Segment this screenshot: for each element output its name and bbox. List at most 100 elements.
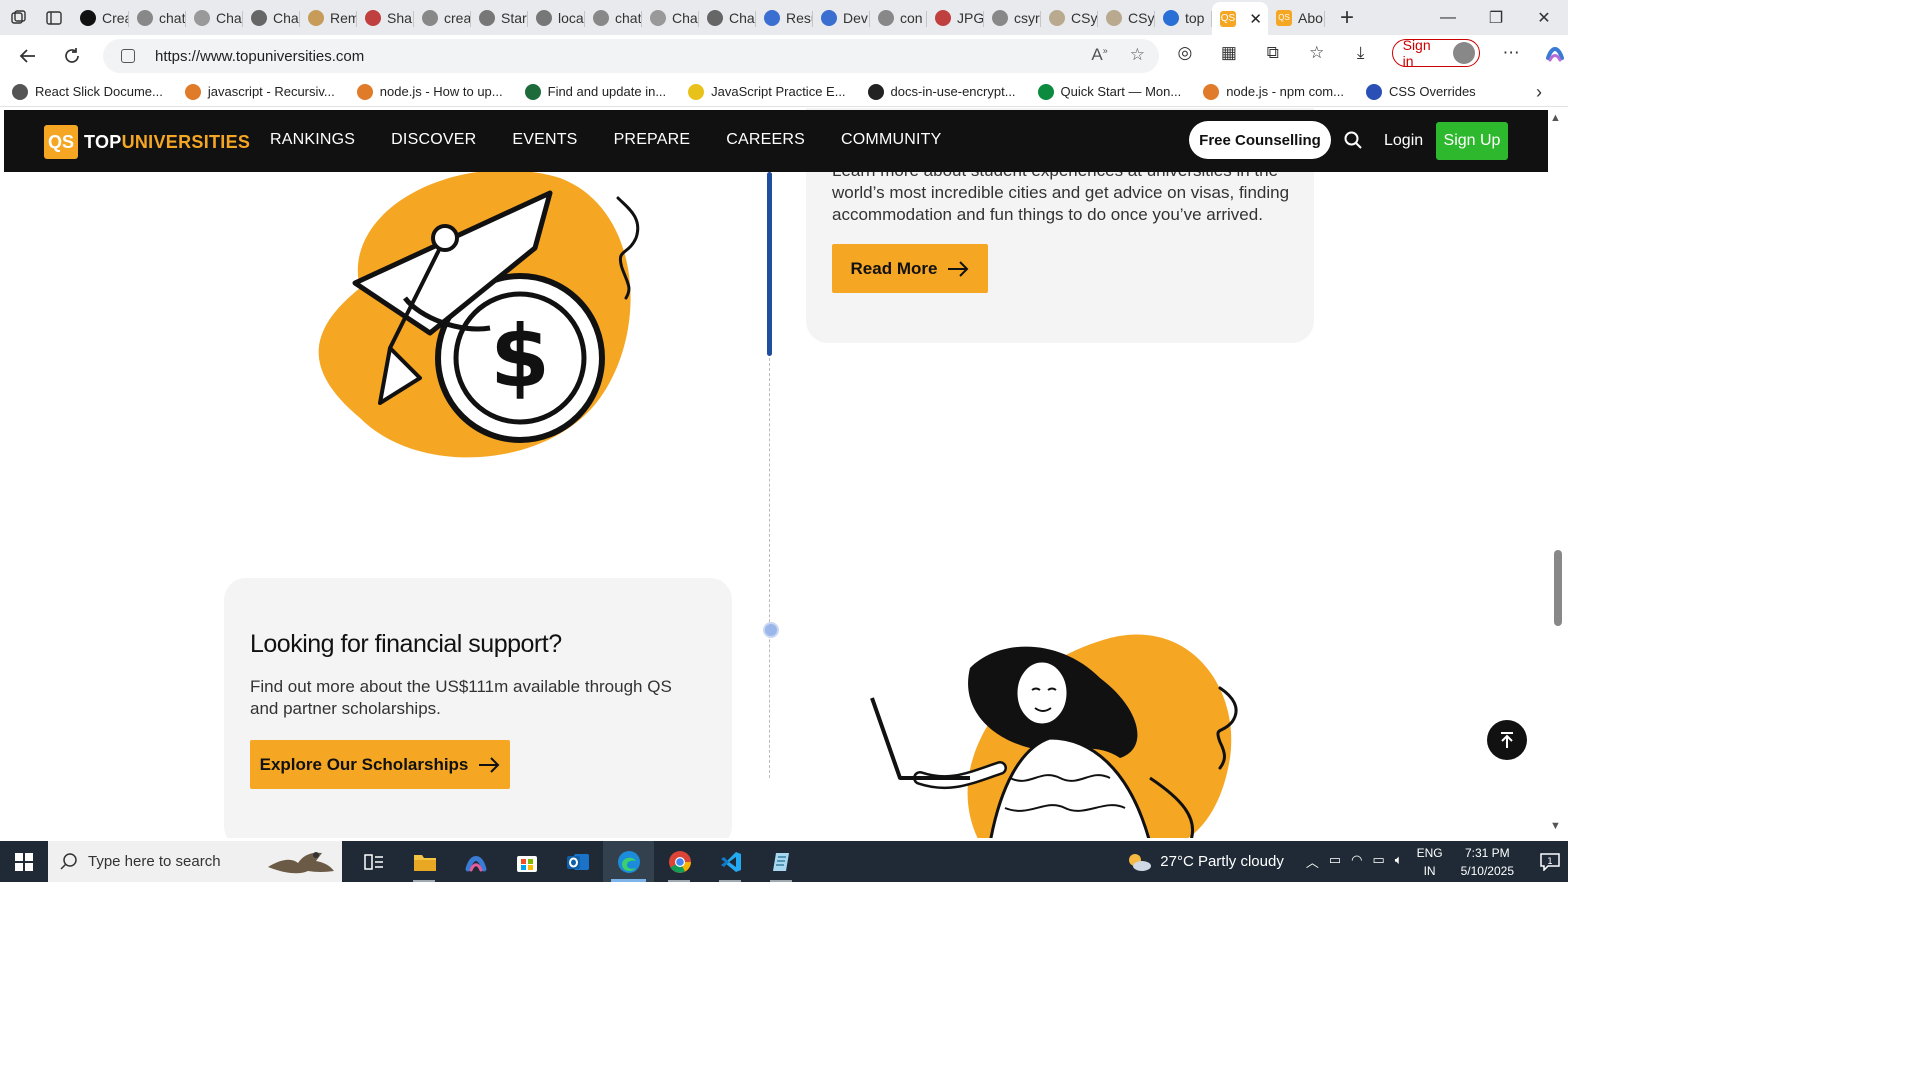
back-button[interactable]: [6, 35, 50, 77]
tab-5[interactable]: Sha: [357, 3, 414, 33]
tab-0[interactable]: Crea: [72, 3, 129, 33]
bookmarks-overflow-chevron-icon[interactable]: ›: [1536, 82, 1542, 103]
chrome-icon[interactable]: [654, 841, 705, 882]
bookmark-item[interactable]: React Slick Docume...: [12, 83, 163, 100]
notifications-icon[interactable]: 1: [1532, 852, 1568, 871]
tab-about[interactable]: QS Abo: [1268, 3, 1325, 33]
scroll-down-arrow-icon[interactable]: ▼: [1550, 820, 1561, 832]
close-window-button[interactable]: ✕: [1520, 0, 1568, 35]
read-more-button[interactable]: Read More: [832, 244, 988, 293]
sign-up-button[interactable]: Sign Up: [1436, 122, 1508, 160]
new-tab-button[interactable]: +: [1325, 0, 1369, 35]
tab-label: csyr: [1014, 9, 1040, 26]
tab-14[interactable]: con: [870, 3, 927, 33]
workspaces-icon[interactable]: [0, 0, 36, 35]
free-counselling-button[interactable]: Free Counselling: [1189, 121, 1331, 159]
tab-favicon-icon: [650, 9, 666, 26]
tab-7[interactable]: Star: [471, 3, 528, 33]
nav-item-careers[interactable]: CAREERS: [726, 131, 805, 149]
tab-1[interactable]: chat: [129, 3, 186, 33]
nav-item-community[interactable]: COMMUNITY: [841, 131, 941, 149]
battery-icon[interactable]: ▭: [1372, 852, 1384, 871]
read-aloud-icon[interactable]: A»: [1091, 45, 1107, 65]
tab-15[interactable]: JPG: [927, 3, 984, 33]
topuniversities-logo[interactable]: QS TOP UNIVERSITIES: [44, 125, 250, 159]
tab-12[interactable]: Resu: [756, 3, 813, 33]
vertical-tabs-icon[interactable]: [36, 0, 72, 35]
bookmark-favicon-icon: [1365, 83, 1382, 100]
clock[interactable]: 7:31 PM 5/10/2025: [1461, 844, 1514, 880]
weather-widget[interactable]: 27°C Partly cloudy: [1126, 851, 1284, 873]
tab-19[interactable]: top: [1155, 3, 1212, 33]
tab-9[interactable]: chat: [585, 3, 642, 33]
tab-favicon-icon: [365, 9, 381, 26]
volume-icon[interactable]: 🔈︎: [1395, 852, 1403, 871]
nav-item-discover[interactable]: DISCOVER: [391, 131, 476, 149]
tab-3[interactable]: Cha: [243, 3, 300, 33]
tab-13[interactable]: Dev: [813, 3, 870, 33]
bookmark-item[interactable]: Find and update in...: [524, 83, 666, 100]
tab-8[interactable]: loca: [528, 3, 585, 33]
tab-10[interactable]: Cha: [642, 3, 699, 33]
extensions-puzzle-icon[interactable]: ⧉: [1260, 40, 1286, 66]
notepad-icon[interactable]: [756, 841, 807, 882]
tab-11[interactable]: Cha: [699, 3, 756, 33]
scrollbar-thumb[interactable]: [1554, 550, 1562, 626]
tab-4[interactable]: Rem: [300, 3, 357, 33]
nav-item-prepare[interactable]: PREPARE: [614, 131, 691, 149]
copilot-vision-icon[interactable]: ◎: [1172, 40, 1198, 66]
copilot-icon[interactable]: [1542, 40, 1568, 66]
more-menu-icon[interactable]: ⋯: [1498, 40, 1524, 66]
task-view-icon[interactable]: [348, 841, 399, 882]
login-link[interactable]: Login: [1384, 132, 1423, 150]
bookmark-item[interactable]: node.js - npm com...: [1203, 83, 1344, 100]
tab-6[interactable]: crea: [414, 3, 471, 33]
start-button[interactable]: [0, 841, 48, 882]
tab-favicon-icon: [1106, 9, 1122, 26]
tab-2[interactable]: Cha: [186, 3, 243, 33]
meet-now-icon[interactable]: ▭: [1329, 852, 1341, 871]
restore-button[interactable]: ❐: [1472, 0, 1520, 35]
explore-scholarships-button[interactable]: Explore Our Scholarships: [250, 740, 510, 789]
nav-item-events[interactable]: EVENTS: [512, 131, 577, 149]
vscode-icon[interactable]: [705, 841, 756, 882]
page-scrollbar[interactable]: ▲ ▼: [1548, 108, 1568, 838]
bookmark-item[interactable]: docs-in-use-encrypt...: [867, 83, 1016, 100]
microsoft-store-icon[interactable]: [501, 841, 552, 882]
tab-16[interactable]: csyr: [984, 3, 1041, 33]
downloads-icon[interactable]: ⤓: [1348, 40, 1374, 66]
outlook-icon[interactable]: [552, 841, 603, 882]
chevron-up-icon[interactable]: ︿: [1306, 852, 1319, 871]
favorites-icon[interactable]: ☆: [1304, 40, 1330, 66]
copilot-app-icon[interactable]: [450, 841, 501, 882]
partly-cloudy-icon: [1129, 853, 1152, 871]
wifi-icon[interactable]: ◠: [1351, 852, 1362, 871]
bookmark-item[interactable]: CSS Overrides: [1365, 83, 1476, 100]
input-language[interactable]: ENG IN: [1417, 844, 1443, 880]
tab-active[interactable]: QS ✕: [1212, 2, 1268, 35]
tab-label: Sha: [387, 9, 412, 26]
minimize-button[interactable]: —: [1424, 0, 1472, 35]
file-explorer-icon[interactable]: [399, 841, 450, 882]
tab-favicon-icon: [479, 9, 495, 26]
edge-browser-icon[interactable]: [603, 841, 654, 882]
site-info-icon[interactable]: [121, 49, 135, 63]
address-bar[interactable]: https://www.topuniversities.com A» ☆: [103, 39, 1159, 73]
bookmark-item[interactable]: node.js - How to up...: [356, 83, 503, 100]
bookmark-item[interactable]: javascript - Recursiv...: [184, 83, 335, 100]
refresh-button[interactable]: [50, 35, 94, 77]
taskbar-search[interactable]: Type here to search: [48, 841, 342, 882]
scroll-up-arrow-icon[interactable]: ▲: [1550, 112, 1561, 124]
extension-icon[interactable]: ▦: [1216, 40, 1242, 66]
close-tab-icon[interactable]: ✕: [1249, 10, 1262, 28]
bookmark-item[interactable]: JavaScript Practice E...: [688, 83, 846, 100]
nav-item-rankings[interactable]: RANKINGS: [270, 131, 355, 149]
search-icon[interactable]: [1344, 131, 1362, 149]
tab-17[interactable]: CSy: [1041, 3, 1098, 33]
back-to-top-button[interactable]: [1487, 720, 1527, 760]
url-text[interactable]: https://www.topuniversities.com: [155, 48, 364, 65]
sign-in-button[interactable]: Sign in: [1391, 37, 1481, 69]
bookmark-item[interactable]: Quick Start — Mon...: [1037, 83, 1181, 100]
favorite-star-icon[interactable]: ☆: [1130, 45, 1145, 65]
tab-18[interactable]: CSy: [1098, 3, 1155, 33]
